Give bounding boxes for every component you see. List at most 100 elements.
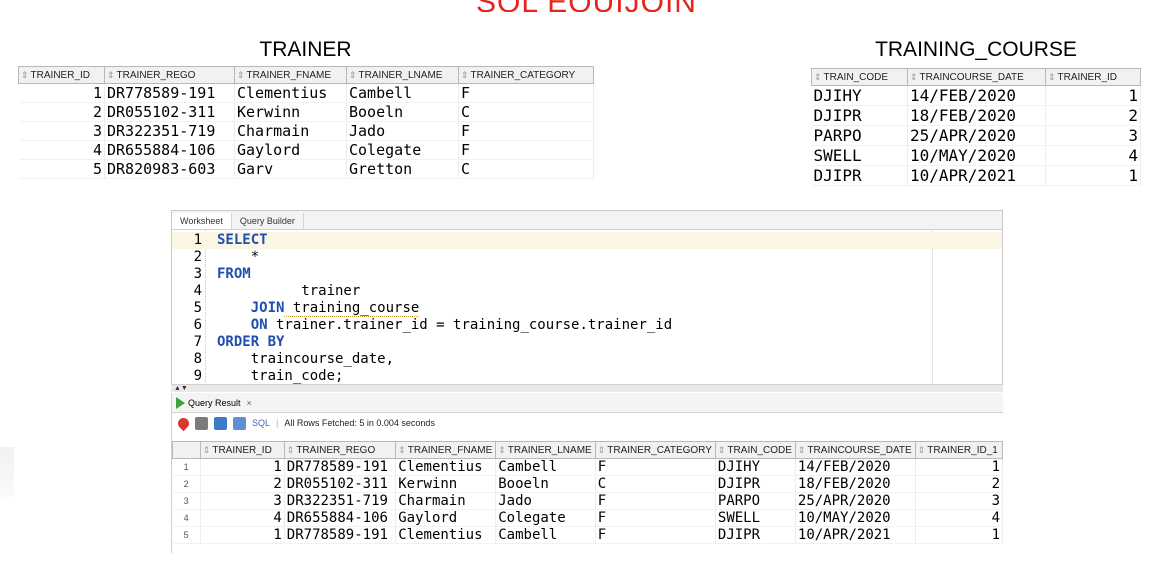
sort-icon: ⇕ xyxy=(917,444,926,455)
table-row[interactable]: 1 DR778589-191 Clementius Cambell F xyxy=(18,83,594,103)
table-cell: 2 xyxy=(200,475,285,493)
table-row[interactable]: 5 1 DR778589-191 Clementius Cambell F DJIPR 10/… xyxy=(172,526,1004,544)
line-number: 6 xyxy=(193,317,202,333)
table-row[interactable]: 2 2 DR055102-311 Kerwinn Booeln C DJIPR 18/FEB/… xyxy=(172,475,1004,493)
table-cell: Jado xyxy=(495,492,596,510)
code-text: trainer xyxy=(217,283,360,300)
table-row[interactable]: 2 DR055102-311 Kerwinn Booeln C xyxy=(18,102,594,122)
table-cell: F xyxy=(595,458,716,476)
table-row[interactable]: 3 DR322351-719 Charmain Jado F xyxy=(18,121,594,141)
column-header[interactable]: ⇕ TRAIN_CODE xyxy=(714,441,796,459)
table-cell: 5 xyxy=(172,526,201,544)
slide-title: SQL EQUIJOIN xyxy=(0,0,1173,12)
table-cell: 5 xyxy=(18,159,105,179)
code-text: FROM xyxy=(217,266,251,283)
sql-text: training_course xyxy=(284,300,420,317)
code-text: traincourse_date, xyxy=(217,351,394,368)
table-cell: Clementius xyxy=(395,458,497,476)
column-header[interactable]: ⇕ TRAINER_LNAME xyxy=(346,66,459,84)
table-row[interactable]: DJIHY 14/FEB/2020 1 xyxy=(811,85,1141,106)
sort-icon: ⇕ xyxy=(910,71,918,82)
table-row[interactable]: DJIPR 10/APR/2021 1 xyxy=(811,165,1141,186)
table-row[interactable]: DJIPR 18/FEB/2020 2 xyxy=(811,105,1141,126)
sql-keyword: JOIN xyxy=(217,300,285,316)
table-cell: 10/APR/2021 xyxy=(795,526,916,544)
line-number: 8 xyxy=(193,351,202,367)
sql-keyword: SELECT xyxy=(217,232,268,248)
table-cell: 1 xyxy=(1045,165,1141,186)
table-cell: 3 xyxy=(172,492,201,510)
column-header[interactable]: ⇕ TRAINER_CATEGORY xyxy=(458,66,594,84)
sql-text: trainer xyxy=(217,283,361,299)
table-cell: F xyxy=(458,140,594,160)
column-header[interactable]: ⇕ TRAINCOURSE_DATE xyxy=(794,441,916,459)
table-row[interactable]: SWELL 10/MAY/2020 4 xyxy=(811,145,1141,166)
table-cell: DR322351-719 xyxy=(284,492,397,510)
table-cell: 3 xyxy=(18,121,105,141)
sql-button[interactable]: SQL xyxy=(252,418,270,428)
column-header[interactable]: ⇕ TRAINER_ID xyxy=(1045,68,1141,86)
run-icon xyxy=(176,396,185,409)
tab-query-result[interactable]: Query Result × xyxy=(176,396,252,409)
table-cell: C xyxy=(595,475,716,493)
sql-editor[interactable]: 1 SELECT 2 * 3 FROM 4 trainer 5 JOIN training_… xyxy=(172,230,1002,385)
splitter-handle[interactable]: ▲▼ xyxy=(171,384,1003,392)
print-icon[interactable] xyxy=(195,416,208,430)
code-text: SELECT xyxy=(217,232,268,249)
table-row[interactable]: 4 DR655884-106 Gaylord Colegate F xyxy=(18,140,594,160)
column-header[interactable]: ⇕ TRAINER_REGO xyxy=(104,66,235,84)
table-row[interactable]: 5 DR820983-603 Garv Gretton C xyxy=(18,159,594,179)
table-row[interactable]: 4 4 DR655884-106 Gaylord Colegate F SWELL 10/MA… xyxy=(172,509,1004,527)
tab-worksheet[interactable]: Worksheet xyxy=(172,213,232,229)
sql-keyword: FROM xyxy=(217,266,251,282)
table-cell: 1 xyxy=(172,458,201,476)
table-cell: DR655884-106 xyxy=(284,509,397,527)
sort-icon: ⇕ xyxy=(21,69,29,80)
line-number: 2 xyxy=(193,249,202,265)
pin-icon[interactable] xyxy=(175,415,192,431)
table-cell: C xyxy=(458,102,594,122)
column-header[interactable]: ⇕ TRAINER_LNAME xyxy=(495,441,596,459)
table-cell: Colegate xyxy=(346,140,459,160)
column-header[interactable]: ⇕ TRAINER_FNAME xyxy=(395,441,497,459)
column-header[interactable]: ⇕ TRAINER_ID xyxy=(199,441,285,459)
table-cell: 2 xyxy=(172,475,201,493)
column-header[interactable]: ⇕ TRAIN_CODE xyxy=(811,68,908,86)
code-text: ON trainer.trainer_id = training_course.… xyxy=(217,317,672,334)
table-cell: 10/APR/2021 xyxy=(907,165,1046,186)
column-header[interactable]: ⇕ TRAINER_CATEGORY xyxy=(594,441,716,459)
sort-icon: ⇕ xyxy=(814,71,822,82)
column-header[interactable]: ⇕ TRAINER_ID xyxy=(18,66,105,84)
table-cell: Booeln xyxy=(495,475,596,493)
column-header[interactable]: ⇕ TRAINCOURSE_DATE xyxy=(907,68,1046,86)
table-cell: F xyxy=(595,492,716,510)
table-row[interactable]: 1 1 DR778589-191 Clementius Cambell F DJIHY 14/… xyxy=(172,458,1004,476)
code-line: 5 JOIN training_course xyxy=(172,300,1002,317)
table-cell: 1 xyxy=(915,526,1004,544)
sort-icon: ⇕ xyxy=(797,444,806,455)
table-cell: DJIPR xyxy=(715,526,796,544)
table-cell: PARPO xyxy=(715,492,796,510)
line-number: 5 xyxy=(193,300,202,316)
code-line: 4 trainer xyxy=(172,283,1002,300)
close-icon[interactable]: × xyxy=(247,398,252,408)
table-cell: DJIPR xyxy=(811,165,908,186)
training-course-caption: TRAINING_COURSE xyxy=(875,38,1077,61)
table-cell: SWELL xyxy=(811,145,908,166)
table-cell: 1 xyxy=(200,526,285,544)
table-cell: 10/MAY/2020 xyxy=(907,145,1046,166)
column-header[interactable]: ⇕ TRAINER_ID_1 xyxy=(914,441,1004,459)
column-header[interactable]: ⇕ TRAINER_FNAME xyxy=(234,66,347,84)
sort-icon: ⇕ xyxy=(597,444,606,455)
table-row[interactable]: 3 3 DR322351-719 Charmain Jado F PARPO 25/APR/2… xyxy=(172,492,1004,510)
sort-icon: ⇕ xyxy=(398,444,406,455)
table-cell: DR055102-311 xyxy=(104,102,235,122)
result-grid[interactable]: ⇕ TRAINER_ID ⇕ TRAINER_REGO ⇕ TRAINER_FNAME… xyxy=(172,441,1004,544)
table-cell: 4 xyxy=(1045,145,1141,166)
sql-icon[interactable] xyxy=(233,416,246,430)
table-row[interactable]: PARPO 25/APR/2020 3 xyxy=(811,125,1141,146)
column-header[interactable]: ⇕ TRAINER_REGO xyxy=(283,441,397,459)
tab-query-builder[interactable]: Query Builder xyxy=(232,213,304,229)
export-icon[interactable] xyxy=(214,416,227,430)
code-text: train_code; xyxy=(217,368,344,385)
